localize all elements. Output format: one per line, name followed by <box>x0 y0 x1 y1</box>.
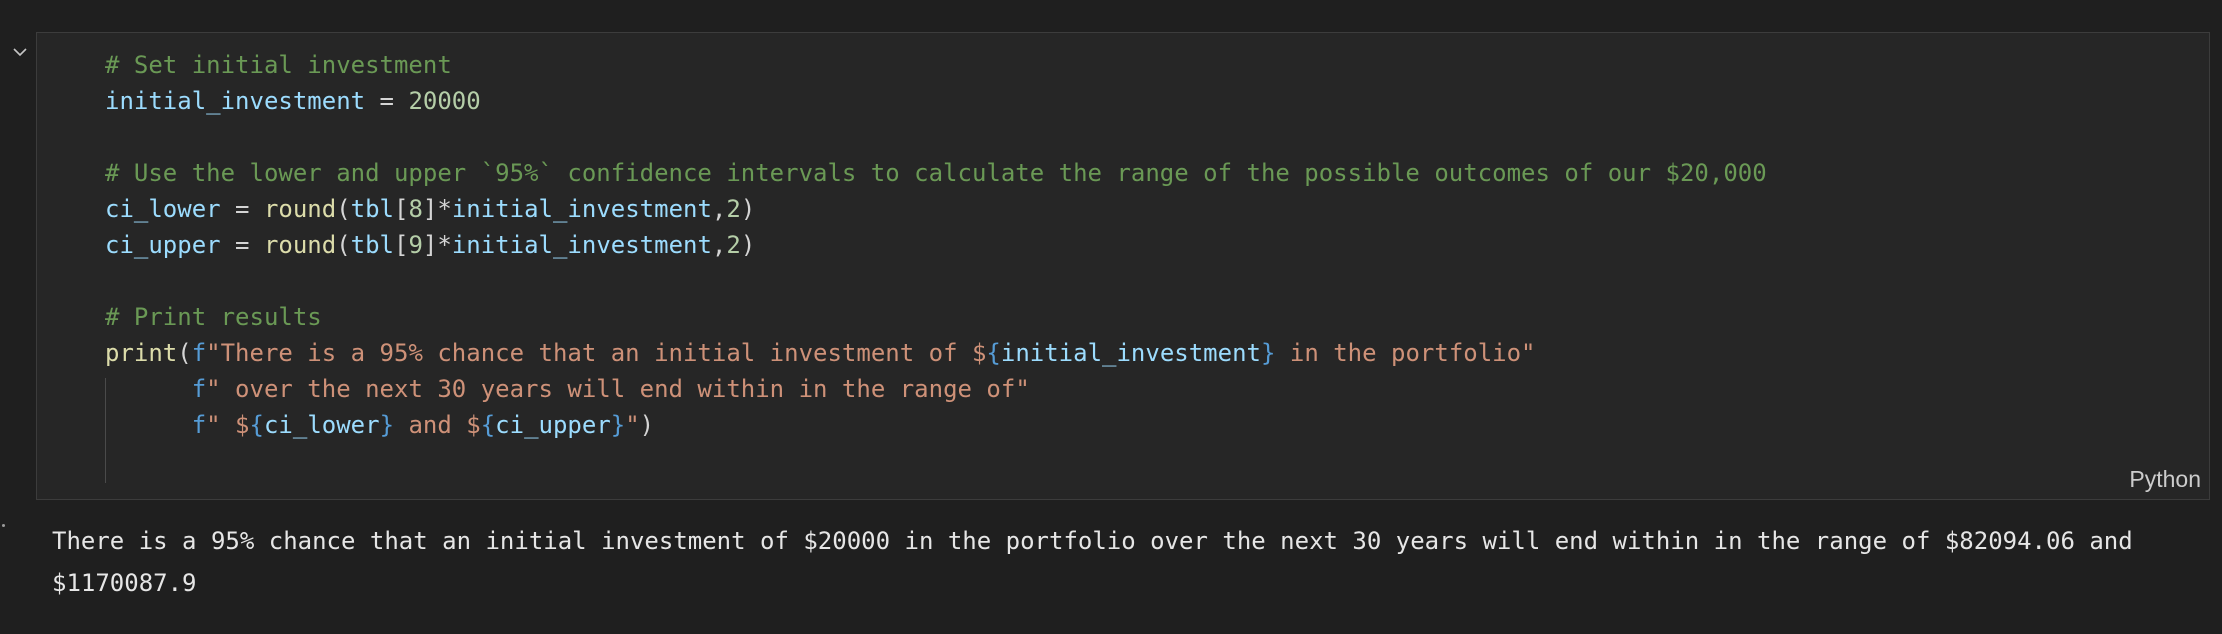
code-token: ) <box>740 195 756 223</box>
code-token: } <box>610 411 626 439</box>
code-token: and $ <box>394 411 481 439</box>
code-token: ( <box>336 195 351 223</box>
code-line[interactable]: f" ${ci_lower} and ${ci_upper}") <box>105 407 1767 443</box>
code-token: tbl <box>350 195 395 223</box>
indent-guide <box>105 378 106 483</box>
code-token: "There is a 95% chance that an initial i… <box>206 339 987 367</box>
code-token: ( <box>336 231 351 259</box>
code-token: in the portfolio" <box>1275 339 1536 367</box>
code-token: ]* <box>422 195 452 223</box>
code-token: { <box>480 411 496 439</box>
code-line[interactable]: # Use the lower and upper `95%` confiden… <box>105 155 1767 191</box>
code-token: = <box>365 87 409 115</box>
code-token: " over the next 30 years will end within… <box>206 375 1030 403</box>
code-token: ) <box>639 411 655 439</box>
code-token: print <box>105 339 178 367</box>
code-line[interactable]: print(f"There is a 95% chance that an in… <box>105 335 1767 371</box>
output-marker <box>2 524 5 527</box>
code-token: ]* <box>422 231 452 259</box>
code-token: 2 <box>726 195 741 223</box>
code-token: [ <box>394 231 409 259</box>
code-line[interactable]: # Set initial investment <box>105 47 1767 83</box>
code-line[interactable] <box>105 119 1767 155</box>
code-line[interactable]: ci_lower = round(tbl[8]*initial_investme… <box>105 191 1767 227</box>
code-token: [ <box>394 195 409 223</box>
code-token: # Use the lower and upper `95%` confiden… <box>105 159 1767 187</box>
code-line[interactable]: # Print results <box>105 299 1767 335</box>
code-token: 20000 <box>408 87 481 115</box>
code-token: initial_investment <box>451 195 712 223</box>
code-token: f <box>191 411 207 439</box>
code-token: } <box>1260 339 1276 367</box>
code-line[interactable]: f" over the next 30 years will end withi… <box>105 371 1767 407</box>
code-token: , <box>711 195 727 223</box>
code-token: , <box>711 231 727 259</box>
code-token: = <box>220 231 264 259</box>
code-token: initial_investment <box>1000 339 1261 367</box>
code-token: " $ <box>206 411 250 439</box>
code-token: { <box>986 339 1001 367</box>
code-token: " <box>625 411 640 439</box>
code-line[interactable]: ci_upper = round(tbl[9]*initial_investme… <box>105 227 1767 263</box>
code-token: round <box>263 195 337 223</box>
code-token: ci_upper <box>495 411 611 439</box>
code-token: ) <box>740 231 756 259</box>
code-token: 8 <box>408 195 423 223</box>
code-token: } <box>379 411 395 439</box>
code-token: 9 <box>408 231 423 259</box>
code-token: # Set initial investment <box>105 51 452 79</box>
code-token: { <box>249 411 264 439</box>
code-token: f <box>191 375 207 403</box>
code-token: f <box>191 339 207 367</box>
notebook-view: # Set initial investment initial_investme… <box>0 0 2222 634</box>
code-token: initial_investment <box>451 231 712 259</box>
cell-output: There is a 95% chance that an initial in… <box>52 527 2133 597</box>
code-cell[interactable]: # Set initial investment initial_investme… <box>36 32 2210 500</box>
code-token: = <box>220 195 264 223</box>
code-token: initial_investment <box>105 87 366 115</box>
chevron-down-icon[interactable] <box>10 42 30 62</box>
code-token: ( <box>177 339 192 367</box>
code-token: tbl <box>350 231 395 259</box>
code-token: ci_lower <box>263 411 380 439</box>
code-token: ci_lower <box>105 195 221 223</box>
code-token: round <box>263 231 337 259</box>
code-token: ci_upper <box>105 231 221 259</box>
code-line[interactable] <box>105 263 1767 299</box>
code-line[interactable]: initial_investment = 20000 <box>105 83 1767 119</box>
language-label[interactable]: Python <box>2129 466 2201 493</box>
code-editor[interactable]: # Set initial investment initial_investme… <box>105 47 1767 443</box>
code-token: 2 <box>726 231 741 259</box>
code-token: # Print results <box>105 303 322 331</box>
